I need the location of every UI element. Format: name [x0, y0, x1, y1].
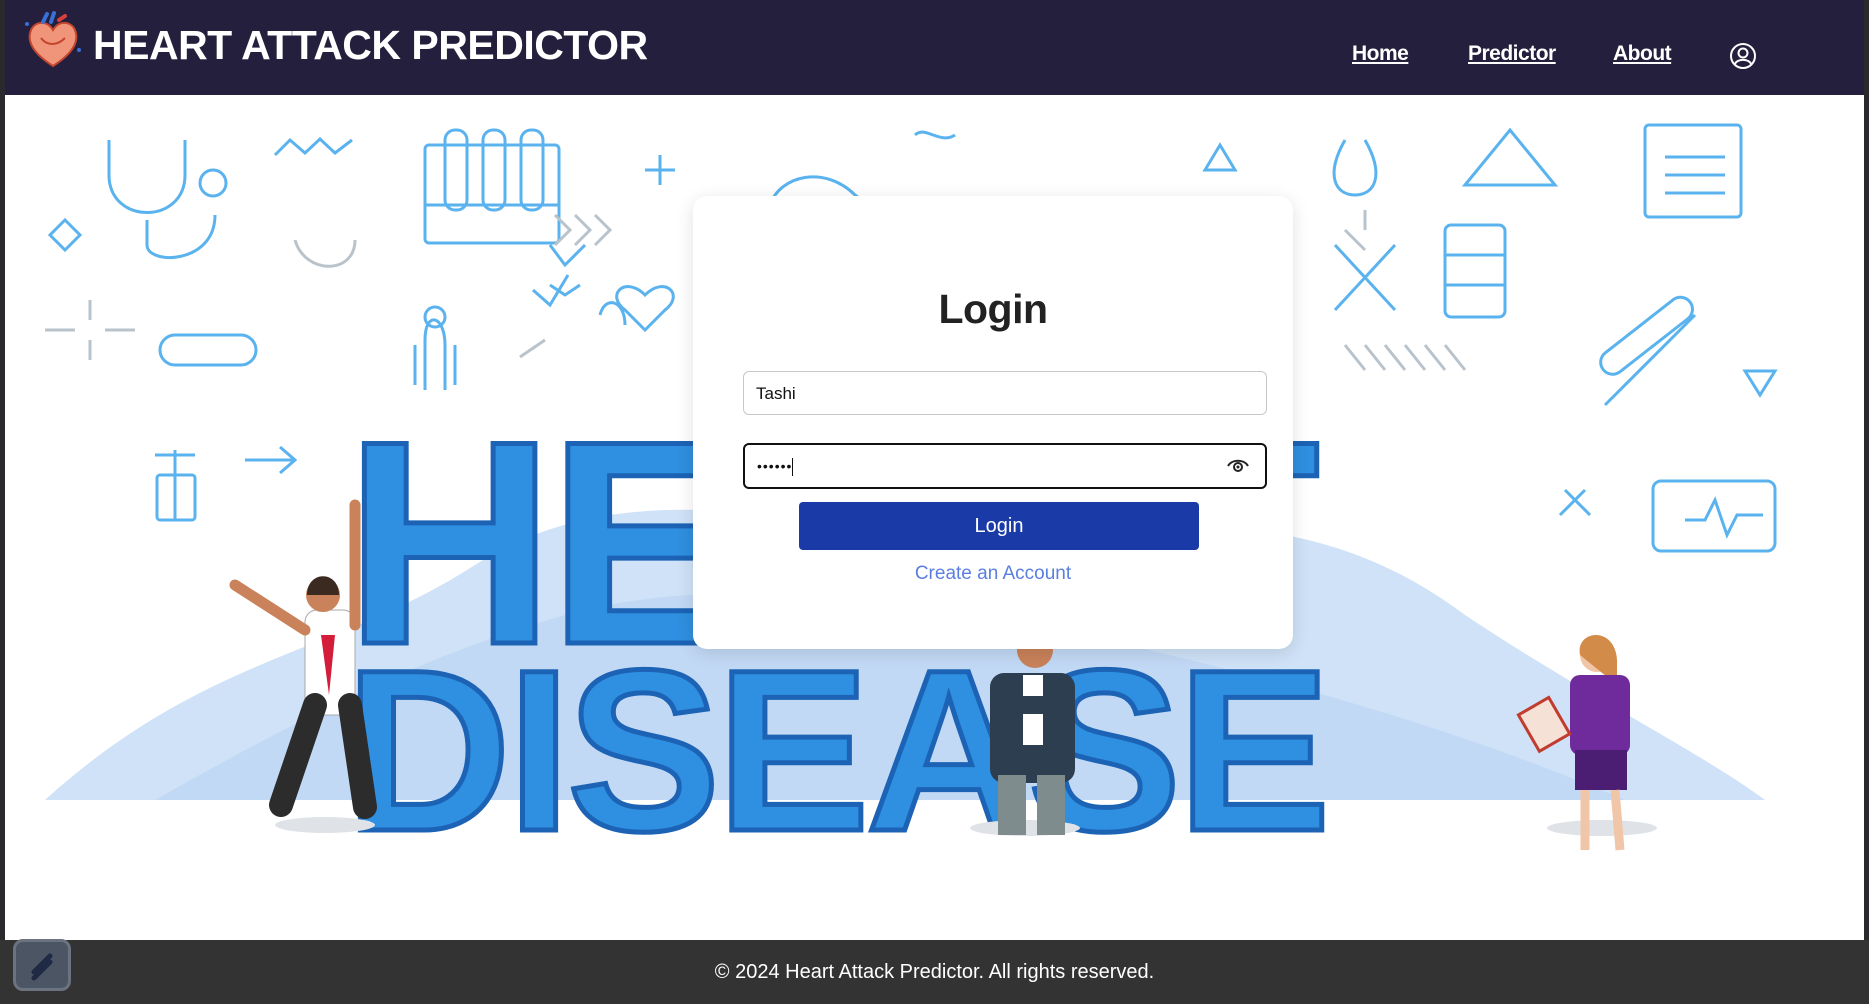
- nav-home-link[interactable]: Home: [1352, 42, 1409, 66]
- widget-button[interactable]: [13, 939, 71, 991]
- footer-copyright: © 2024 Heart Attack Predictor. All right…: [714, 961, 1155, 983]
- app-title: HEART ATTACK PREDICTOR: [93, 22, 648, 68]
- password-mask: ••••••: [757, 458, 793, 474]
- nav-predictor-link[interactable]: Predictor: [1468, 42, 1556, 66]
- hero-word-disease: DISEASE: [345, 622, 1327, 879]
- nav-about-link[interactable]: About: [1613, 42, 1672, 66]
- username-input[interactable]: Tashi: [743, 371, 1267, 415]
- text-caret: [792, 458, 794, 477]
- login-title: Login: [938, 286, 1048, 332]
- top-navbar: HEART ATTACK PREDICTOR Home Predictor Ab…: [5, 0, 1864, 95]
- password-input[interactable]: ••••••: [743, 443, 1267, 489]
- create-account-link[interactable]: Create an Account: [693, 563, 1293, 585]
- login-button[interactable]: Login: [799, 502, 1199, 550]
- widget-icon: [31, 953, 53, 981]
- heart-logo-icon: [25, 11, 81, 68]
- eye-icon[interactable]: [1226, 456, 1250, 476]
- login-card: Login Tashi •••••• Login Create an Accou…: [693, 196, 1293, 649]
- user-circle-icon[interactable]: [1728, 41, 1758, 71]
- footer: © 2024 Heart Attack Predictor. All right…: [0, 940, 1869, 1004]
